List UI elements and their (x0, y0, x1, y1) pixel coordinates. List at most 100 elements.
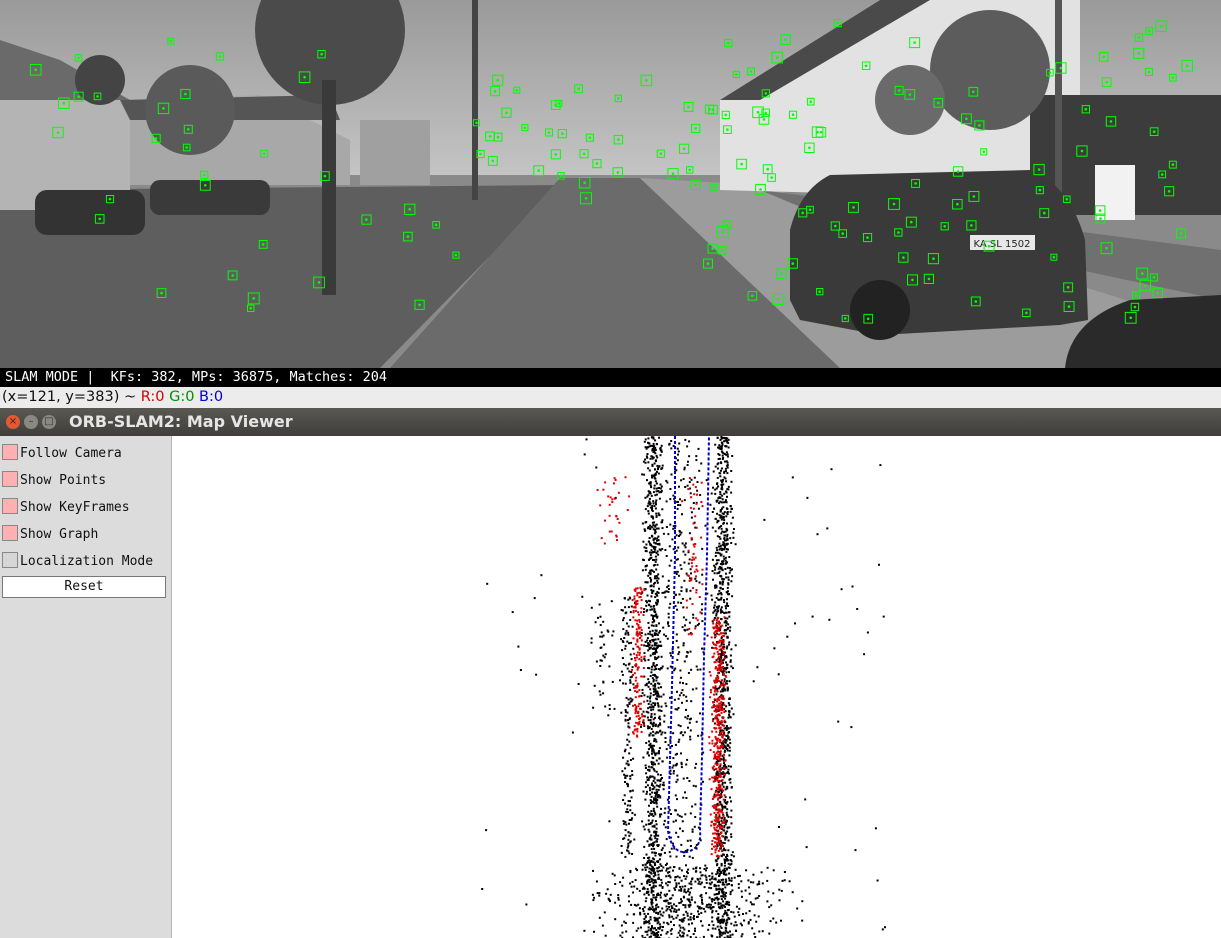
follow-camera-checkbox[interactable] (2, 444, 18, 460)
map-point (723, 842, 726, 845)
map-point (687, 888, 690, 891)
feature-point (1109, 120, 1113, 123)
map-point (657, 752, 660, 755)
map-viewer-canvas[interactable] (172, 436, 1221, 938)
reset-button[interactable]: Reset (2, 576, 166, 598)
map-point (688, 532, 691, 535)
map-point (788, 880, 791, 883)
local-map-point (722, 798, 725, 801)
map-point (652, 694, 655, 696)
map-point (721, 577, 724, 580)
map-point (720, 467, 723, 470)
local-map-point (693, 570, 696, 573)
map-point (652, 539, 655, 542)
map-point (682, 616, 685, 619)
minimize-window-button[interactable]: – (24, 415, 38, 429)
map-point (654, 494, 657, 497)
map-point (691, 828, 694, 831)
map-point (666, 586, 669, 589)
map-point (617, 896, 620, 899)
map-point (653, 559, 656, 561)
map-point (652, 442, 655, 445)
map-point (649, 572, 652, 575)
map-point (727, 727, 730, 730)
map-point (648, 837, 651, 840)
map-point (725, 671, 728, 674)
map-point (698, 581, 701, 584)
map-point (661, 760, 664, 763)
show-points-checkbox[interactable] (2, 471, 18, 487)
feature-point (303, 75, 306, 79)
follow-camera-toggle[interactable]: Follow Camera (2, 444, 122, 462)
show-graph-toggle[interactable]: Show Graph (2, 525, 98, 543)
show-graph-checkbox[interactable] (2, 525, 18, 541)
map-point (647, 823, 650, 826)
local-map-point (718, 633, 721, 636)
local-map-point (639, 626, 642, 629)
map-point (716, 476, 719, 479)
local-map-point (719, 826, 722, 829)
map-point (684, 904, 687, 907)
map-point (660, 807, 662, 810)
map-point (718, 933, 721, 936)
map-point (722, 548, 725, 551)
local-map-point (717, 776, 720, 779)
local-map-point (718, 813, 721, 816)
map-point (680, 479, 683, 482)
feature-point (496, 78, 500, 82)
feature-point (756, 111, 760, 114)
map-point (670, 473, 673, 476)
map-point (666, 921, 669, 924)
map-point (653, 798, 655, 801)
map-point (679, 681, 682, 684)
map-point (725, 811, 728, 814)
map-point (684, 553, 687, 556)
map-point (688, 882, 691, 885)
localization-mode-toggle[interactable]: Localization Mode (2, 552, 153, 570)
map-point (682, 904, 685, 906)
local-map-point (696, 493, 698, 496)
show-points-toggle[interactable]: Show Points (2, 471, 106, 489)
map-point (624, 855, 627, 858)
feature-point (1160, 173, 1164, 176)
map-point (623, 794, 626, 797)
map-point (662, 693, 665, 696)
map-point (725, 624, 727, 627)
close-window-button[interactable]: × (6, 415, 20, 429)
map-point (677, 653, 680, 656)
map-point (724, 897, 727, 900)
map-point (681, 830, 684, 833)
feature-point (261, 243, 265, 246)
local-map-point (724, 819, 727, 822)
map-point (710, 594, 713, 597)
map-point (701, 874, 704, 877)
local-map-point (639, 702, 642, 705)
local-map-point (717, 849, 720, 852)
map-point (654, 813, 657, 816)
window-titlebar[interactable]: × – □ ORB-SLAM2: Map Viewer (0, 408, 1221, 436)
map-point (654, 531, 657, 534)
map-point (664, 731, 667, 734)
map-point (675, 882, 678, 885)
local-map-point (720, 683, 723, 686)
map-point (676, 507, 679, 510)
localization-mode-checkbox[interactable] (2, 552, 18, 568)
maximize-window-button[interactable]: □ (42, 415, 56, 429)
map-point (653, 547, 656, 550)
show-keyframes-checkbox[interactable] (2, 498, 18, 514)
show-keyframes-toggle[interactable]: Show KeyFrames (2, 498, 130, 516)
map-point (652, 450, 655, 453)
map-point (682, 895, 685, 898)
map-point (649, 688, 652, 691)
map-point (650, 671, 653, 674)
local-map-point (711, 720, 714, 723)
keyframe-trajectory (666, 436, 710, 854)
map-point (670, 847, 673, 850)
map-point (658, 923, 661, 926)
map-point (688, 721, 691, 724)
map-point (481, 888, 484, 890)
local-map-point (714, 685, 717, 688)
map-point (656, 470, 658, 473)
map-point (672, 757, 675, 760)
map-point (714, 465, 717, 468)
